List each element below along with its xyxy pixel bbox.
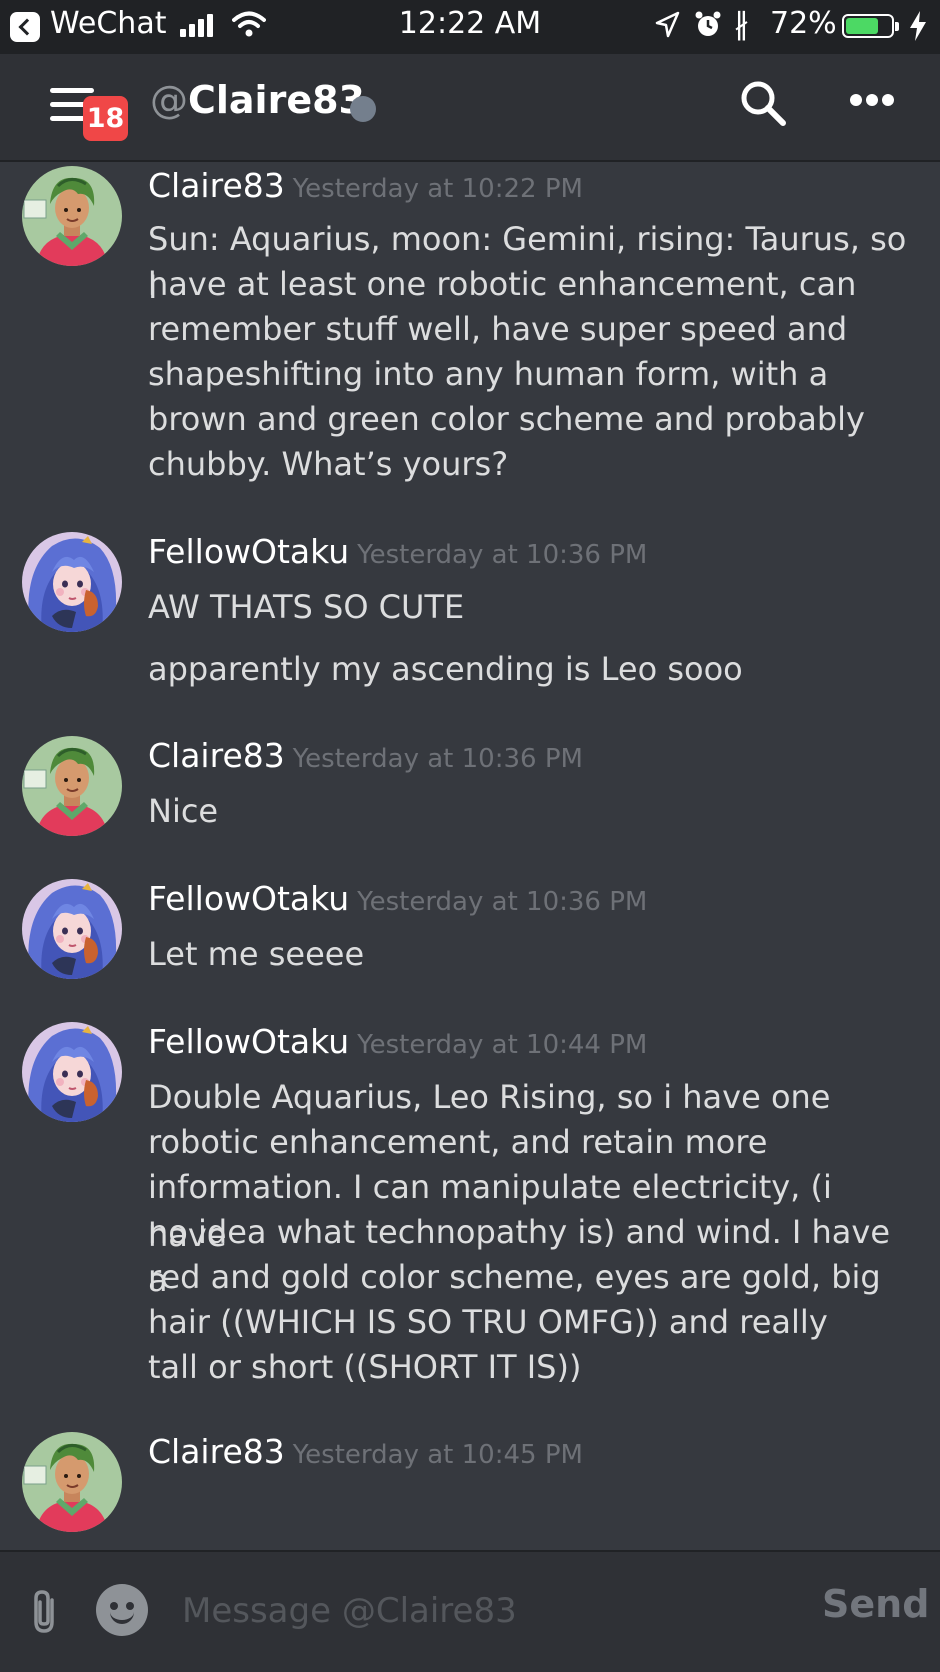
- fellowotaku-avatar[interactable]: [22, 879, 122, 979]
- channel-header: 18 @Claire83: [0, 54, 940, 162]
- message-list[interactable]: Claire83 Yesterday at 10:22 PM Sun: Aquari…: [0, 162, 940, 1550]
- message-text-line: Double Aquarius, Leo Rising, so i have o…: [148, 1078, 831, 1116]
- dm-username: Claire83: [188, 78, 365, 122]
- message-text-line: remember stuff well, have super speed an…: [148, 310, 848, 348]
- message-author[interactable]: Claire83: [148, 736, 285, 775]
- message-timestamp: Yesterday at 10:36 PM: [292, 744, 583, 774]
- message-author[interactable]: Claire83: [148, 1432, 285, 1471]
- message-text-line: apparently my ascending is Leo sooo: [148, 650, 743, 688]
- fellowotaku-avatar[interactable]: [22, 532, 122, 632]
- claire-avatar[interactable]: [22, 736, 122, 836]
- emoji-picker-icon[interactable]: [96, 1584, 148, 1636]
- bluetooth-icon: ∦: [734, 7, 749, 42]
- message-timestamp: Yesterday at 10:44 PM: [357, 1030, 648, 1060]
- message-text-line: red and gold color scheme, eyes are gold…: [148, 1258, 881, 1296]
- message-header: Claire83 Yesterday at 10:22 PM: [148, 166, 583, 205]
- presence-status-icon: [350, 96, 376, 122]
- dm-title[interactable]: @Claire83: [150, 78, 365, 122]
- more-options-icon[interactable]: [850, 92, 894, 112]
- at-symbol: @: [150, 78, 188, 122]
- message-text-line: robotic enhancement, and retain more: [148, 1123, 768, 1161]
- message-author[interactable]: FellowOtaku: [148, 1022, 349, 1061]
- charging-bolt-icon: [910, 11, 926, 41]
- message-text-line: shapeshifting into any human form, with …: [148, 355, 829, 393]
- message-header: Claire83 Yesterday at 10:36 PM: [148, 736, 583, 775]
- battery-fill: [846, 18, 878, 34]
- message-timestamp: Yesterday at 10:36 PM: [357, 540, 648, 570]
- message-header: FellowOtaku Yesterday at 10:36 PM: [148, 532, 647, 571]
- message-text-line: Let me seeee: [148, 935, 365, 973]
- alarm-clock-icon: [695, 11, 721, 36]
- message-timestamp: Yesterday at 10:36 PM: [357, 887, 648, 917]
- message-header: FellowOtaku Yesterday at 10:36 PM: [148, 879, 647, 918]
- fellowotaku-avatar[interactable]: [22, 1022, 122, 1122]
- location-arrow-icon: [655, 11, 680, 38]
- send-button[interactable]: Send: [822, 1582, 929, 1626]
- message-text-line: chubby. What’s yours?: [148, 445, 509, 483]
- message-header: Claire83 Yesterday at 10:45 PM: [148, 1432, 583, 1471]
- paperclip-attach-icon[interactable]: [28, 1588, 62, 1636]
- message-text-line: AW THATS SO CUTE: [148, 588, 465, 626]
- claire-avatar[interactable]: [22, 1432, 122, 1532]
- message-text-line: have at least one robotic enhancement, c…: [148, 265, 857, 303]
- notification-badge: 18: [83, 96, 128, 141]
- battery-icon: [842, 14, 899, 38]
- message-text-line: brown and green color scheme and probabl…: [148, 400, 865, 438]
- message-author[interactable]: Claire83: [148, 166, 285, 205]
- search-icon[interactable]: [738, 78, 788, 128]
- battery-percent: 72%: [770, 6, 837, 41]
- message-author[interactable]: FellowOtaku: [148, 532, 349, 571]
- claire-avatar[interactable]: [22, 166, 122, 266]
- message-text-line: Nice: [148, 792, 219, 830]
- message-timestamp: Yesterday at 10:22 PM: [292, 174, 583, 204]
- message-timestamp: Yesterday at 10:45 PM: [292, 1440, 583, 1470]
- status-bar: WeChat 12:22 AM ∦ 72%: [0, 0, 940, 54]
- message-text-line: hair ((WHICH IS SO TRU OMFG)) and really: [148, 1303, 828, 1341]
- message-composer: Send: [0, 1550, 940, 1672]
- message-author[interactable]: FellowOtaku: [148, 879, 349, 918]
- message-text-line: tall or short ((SHORT IT IS)): [148, 1348, 582, 1386]
- message-input[interactable]: [180, 1582, 744, 1640]
- message-header: FellowOtaku Yesterday at 10:44 PM: [148, 1022, 647, 1061]
